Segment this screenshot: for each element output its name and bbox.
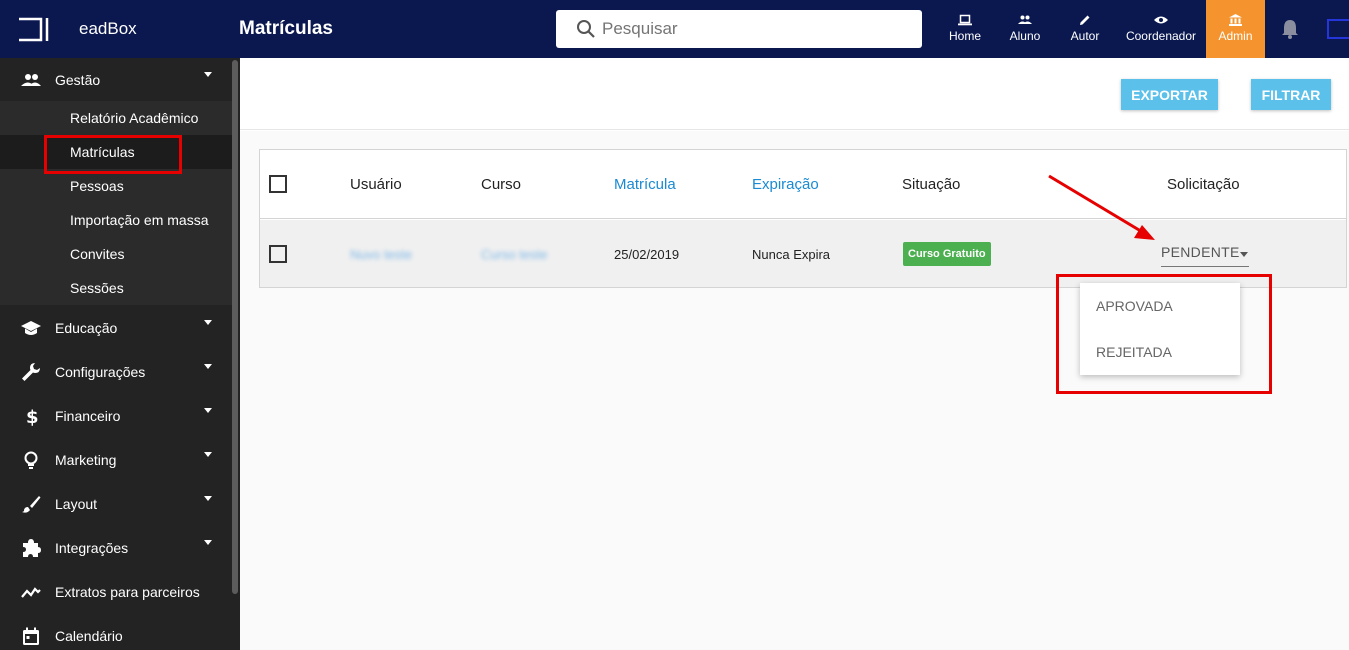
sidebar-item-label: Convites (70, 246, 125, 262)
row-expiration: Nunca Expira (752, 247, 831, 262)
nav-autor[interactable]: Autor (1066, 0, 1104, 58)
column-header-solicitacao[interactable]: Solicitação (1167, 176, 1240, 193)
sidebar-item-importacao-em-massa[interactable]: Importação em massa (0, 203, 232, 237)
sidebar-section-label: Marketing (55, 452, 117, 468)
sidebar-item-label: Sessões (70, 280, 124, 296)
annotation-arrow-icon (1048, 174, 1155, 240)
sidebar-section-configuracoes[interactable]: Configurações (0, 350, 232, 394)
sidebar-section-calendario[interactable]: Calendário (0, 614, 232, 650)
sidebar-section-educacao[interactable]: Educação (0, 306, 232, 350)
puzzle-icon (23, 539, 41, 557)
graduation-cap-icon (21, 321, 41, 335)
people-icon (1018, 15, 1032, 24)
sidebar-section-label: Gestão (55, 72, 101, 88)
row-checkbox[interactable] (269, 245, 287, 263)
sidebar-section-gestao[interactable]: Gestão (0, 58, 232, 102)
chevron-down-icon (204, 496, 212, 501)
request-status-select[interactable]: PENDENTE (1161, 244, 1249, 267)
sidebar-section-label: Configurações (55, 364, 146, 380)
sidebar-item-label: Relatório Acadêmico (70, 110, 199, 126)
column-header-curso[interactable]: Curso (481, 176, 521, 193)
nav-coordenador-label: Coordenador (1125, 29, 1197, 43)
column-header-expiracao[interactable]: Expiração (752, 176, 819, 193)
sidebar-section-label: Calendário (55, 628, 123, 644)
top-bar: eadBox Matrículas Home Aluno Autor (0, 0, 1349, 58)
nav-aluno[interactable]: Aluno (1005, 0, 1045, 58)
chevron-down-icon (204, 320, 212, 325)
sidebar-item-sessoes[interactable]: Sessões (0, 271, 232, 305)
sidebar-item-relatorio-academico[interactable]: Relatório Acadêmico (0, 101, 232, 135)
search-box[interactable] (556, 10, 922, 48)
chevron-down-icon (204, 72, 212, 77)
trending-icon (21, 587, 41, 598)
select-all-checkbox[interactable] (269, 175, 287, 193)
sidebar-item-pessoas[interactable]: Pessoas (0, 169, 232, 203)
sidebar-section-layout[interactable]: Layout (0, 482, 232, 526)
nav-home-label: Home (948, 29, 981, 43)
sidebar-item-label: Importação em massa (70, 212, 209, 228)
page-title: Matrículas (239, 18, 333, 39)
bell-icon[interactable] (1281, 19, 1299, 39)
row-course-link[interactable]: Curso teste (481, 247, 547, 262)
search-icon (577, 20, 595, 38)
sidebar-section-financeiro[interactable]: $ Financeiro (0, 394, 232, 438)
pencil-icon (1080, 15, 1090, 25)
status-badge: Curso Gratuito (903, 242, 991, 266)
highlight-box-dropdown (1056, 274, 1272, 394)
lightbulb-icon (24, 451, 38, 469)
nav-home[interactable]: Home (942, 0, 988, 58)
chevron-down-icon (204, 540, 212, 545)
chevron-down-icon (204, 452, 212, 457)
chevron-down-icon (204, 408, 212, 413)
eye-icon (1154, 16, 1168, 24)
search-input[interactable] (602, 17, 902, 41)
brush-icon (22, 496, 41, 513)
sidebar-section-marketing[interactable]: Marketing (0, 438, 232, 482)
calendar-icon (23, 627, 39, 645)
row-user-link[interactable]: Nuvo teste (350, 247, 412, 262)
enrollments-table: Usuário Curso Matrícula Expiração Situaç… (259, 149, 1347, 288)
sidebar-item-label: Pessoas (70, 178, 124, 194)
sidebar-section-label: Layout (55, 496, 98, 512)
sidebar-item-convites[interactable]: Convites (0, 237, 232, 271)
nav-coordenador[interactable]: Coordenador (1122, 0, 1200, 58)
sidebar-section-integracoes[interactable]: Integrações (0, 526, 232, 570)
sidebar-section-label: Extratos para parceiros (55, 584, 200, 600)
laptop-icon (958, 14, 972, 26)
column-header-matricula[interactable]: Matrícula (614, 176, 676, 193)
table-header: Usuário Curso Matrícula Expiração Situaç… (260, 150, 1346, 219)
nav-admin[interactable]: Admin (1206, 0, 1265, 58)
svg-text:$: $ (26, 407, 39, 426)
bank-icon (1229, 14, 1242, 26)
sidebar-section-label: Educação (55, 320, 118, 336)
highlight-box-matriculas (44, 135, 182, 174)
dollar-icon: $ (26, 407, 39, 426)
nav-admin-label: Admin (1218, 29, 1253, 43)
chevron-down-icon (204, 364, 212, 369)
column-header-usuario[interactable]: Usuário (350, 176, 402, 193)
people-icon (21, 74, 41, 86)
eadbox-logo-icon[interactable] (17, 17, 49, 42)
sidebar-scrollbar[interactable] (232, 60, 238, 594)
brand-name: eadBox (79, 19, 137, 38)
sidebar-section-label: Integrações (55, 540, 129, 556)
user-avatar-logo-icon[interactable] (1327, 19, 1349, 39)
wrench-icon (22, 363, 40, 381)
request-status-value: PENDENTE (1161, 244, 1240, 260)
filter-button[interactable]: FILTRAR (1251, 79, 1331, 110)
caret-down-icon (1240, 252, 1248, 257)
export-button[interactable]: EXPORTAR (1121, 79, 1218, 110)
sidebar-section-extratos-para-parceiros[interactable]: Extratos para parceiros (0, 570, 232, 614)
row-enrollment-date: 25/02/2019 (614, 247, 680, 262)
nav-aluno-label: Aluno (1009, 29, 1041, 43)
column-header-situacao[interactable]: Situação (902, 176, 960, 193)
sidebar-section-label: Financeiro (55, 408, 121, 424)
nav-autor-label: Autor (1070, 29, 1100, 43)
